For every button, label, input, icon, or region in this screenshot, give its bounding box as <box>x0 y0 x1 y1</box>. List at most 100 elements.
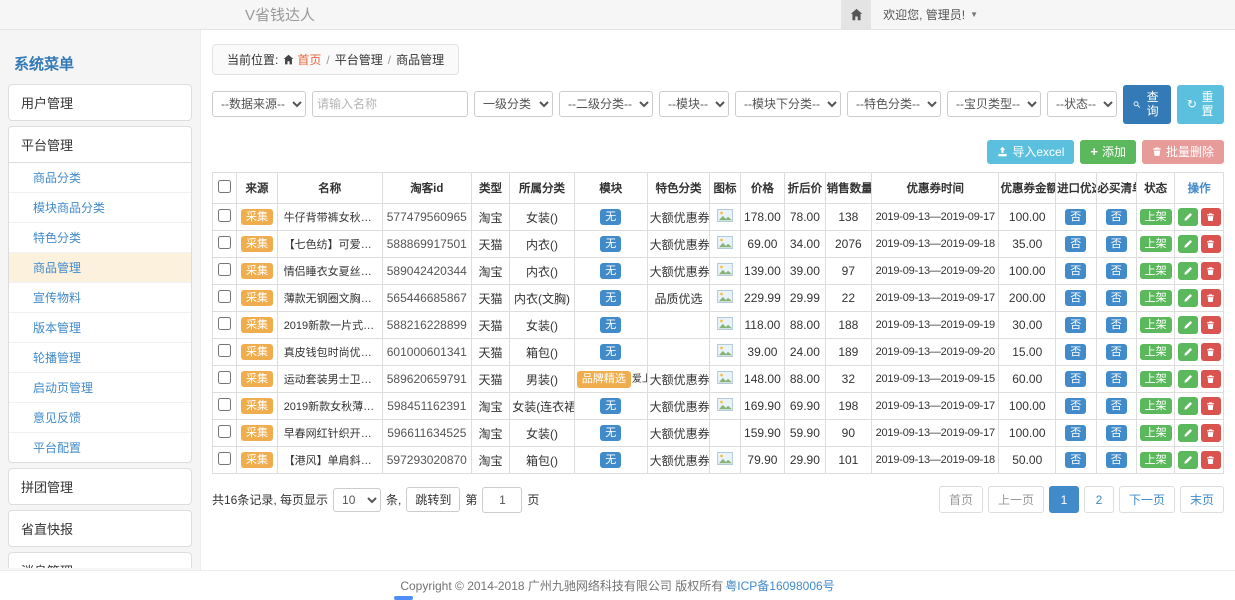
horizontal-scrollbar-thumb[interactable] <box>394 596 413 600</box>
module-sub-category-select[interactable]: --模块下分类-- <box>735 91 841 117</box>
icp-link[interactable]: 粤ICP备16098006号 <box>725 577 834 594</box>
row-checkbox[interactable] <box>218 290 231 303</box>
must-buy-toggle[interactable]: 否 <box>1106 290 1127 307</box>
must-buy-toggle[interactable]: 否 <box>1106 263 1127 280</box>
page-button[interactable]: 下一页 <box>1119 486 1175 513</box>
status-badge[interactable]: 上架 <box>1140 236 1172 253</box>
module-select[interactable]: --模块-- <box>659 91 729 117</box>
must-buy-toggle[interactable]: 否 <box>1106 425 1127 442</box>
search-button[interactable]: 查询 <box>1123 85 1171 124</box>
add-button[interactable]: + 添加 <box>1080 140 1136 164</box>
delete-button[interactable] <box>1201 235 1221 253</box>
delete-button[interactable] <box>1201 316 1221 334</box>
status-badge[interactable]: 上架 <box>1140 425 1172 442</box>
import-select-toggle[interactable]: 否 <box>1065 425 1086 442</box>
page-button[interactable]: 首页 <box>939 486 983 513</box>
name-search-input[interactable] <box>312 91 468 117</box>
user-menu[interactable]: 欢迎您, 管理员! ▼ <box>871 0 990 29</box>
row-checkbox[interactable] <box>218 263 231 276</box>
level1-category-select[interactable]: 一级分类 <box>474 91 553 117</box>
sidebar-item[interactable]: 轮播管理 <box>9 343 191 373</box>
breadcrumb-home-link[interactable]: 首页 <box>283 51 321 68</box>
delete-button[interactable] <box>1201 208 1221 226</box>
sidebar-item[interactable]: 特色分类 <box>9 223 191 253</box>
status-badge[interactable]: 上架 <box>1140 290 1172 307</box>
select-all-checkbox[interactable] <box>218 180 231 193</box>
edit-button[interactable] <box>1178 397 1198 415</box>
page-button[interactable]: 1 <box>1049 486 1079 513</box>
import-excel-button[interactable]: 导入excel <box>987 140 1074 164</box>
row-checkbox[interactable] <box>218 344 231 357</box>
delete-button[interactable] <box>1201 451 1221 469</box>
sidebar-group-heading[interactable]: 用户管理 <box>9 85 191 120</box>
goto-page-input[interactable] <box>482 487 522 513</box>
sidebar-group-heading[interactable]: 平台管理 <box>9 127 191 162</box>
sidebar-group-heading[interactable]: 省直快报 <box>9 511 191 546</box>
import-select-toggle[interactable]: 否 <box>1065 317 1086 334</box>
row-checkbox[interactable] <box>218 452 231 465</box>
import-select-toggle[interactable]: 否 <box>1065 398 1086 415</box>
import-select-toggle[interactable]: 否 <box>1065 452 1086 469</box>
import-select-toggle[interactable]: 否 <box>1065 263 1086 280</box>
status-select[interactable]: --状态-- <box>1047 91 1117 117</box>
status-badge[interactable]: 上架 <box>1140 371 1172 388</box>
edit-button[interactable] <box>1178 316 1198 334</box>
delete-button[interactable] <box>1201 289 1221 307</box>
import-select-toggle[interactable]: 否 <box>1065 290 1086 307</box>
import-select-toggle[interactable]: 否 <box>1065 371 1086 388</box>
level2-category-select[interactable]: --二级分类-- <box>559 91 653 117</box>
row-checkbox[interactable] <box>218 398 231 411</box>
status-badge[interactable]: 上架 <box>1140 398 1172 415</box>
edit-button[interactable] <box>1178 370 1198 388</box>
row-checkbox[interactable] <box>218 209 231 222</box>
status-badge[interactable]: 上架 <box>1140 317 1172 334</box>
must-buy-toggle[interactable]: 否 <box>1106 209 1127 226</box>
sidebar-group-heading[interactable]: 拼团管理 <box>9 469 191 504</box>
edit-button[interactable] <box>1178 451 1198 469</box>
row-checkbox[interactable] <box>218 371 231 384</box>
per-page-select[interactable]: 10 <box>333 488 381 512</box>
feature-category-select[interactable]: --特色分类-- <box>847 91 941 117</box>
page-button[interactable]: 上一页 <box>988 486 1044 513</box>
sidebar-item[interactable]: 启动页管理 <box>9 373 191 403</box>
must-buy-toggle[interactable]: 否 <box>1106 398 1127 415</box>
import-select-toggle[interactable]: 否 <box>1065 236 1086 253</box>
sidebar-item[interactable]: 版本管理 <box>9 313 191 343</box>
row-checkbox[interactable] <box>218 317 231 330</box>
status-badge[interactable]: 上架 <box>1140 209 1172 226</box>
import-select-toggle[interactable]: 否 <box>1065 344 1086 361</box>
must-buy-toggle[interactable]: 否 <box>1106 236 1127 253</box>
edit-button[interactable] <box>1178 262 1198 280</box>
must-buy-toggle[interactable]: 否 <box>1106 344 1127 361</box>
sidebar-item[interactable]: 商品管理 <box>9 253 191 283</box>
edit-button[interactable] <box>1178 424 1198 442</box>
sidebar-group-heading[interactable]: 消息管理 <box>9 553 191 568</box>
data-source-select[interactable]: --数据来源-- <box>212 91 306 117</box>
home-button[interactable] <box>841 0 871 29</box>
row-checkbox[interactable] <box>218 425 231 438</box>
edit-button[interactable] <box>1178 208 1198 226</box>
must-buy-toggle[interactable]: 否 <box>1106 317 1127 334</box>
sidebar-item[interactable]: 模块商品分类 <box>9 193 191 223</box>
status-badge[interactable]: 上架 <box>1140 263 1172 280</box>
row-checkbox[interactable] <box>218 236 231 249</box>
goto-page-button[interactable]: 跳转到 <box>406 487 460 512</box>
status-badge[interactable]: 上架 <box>1140 344 1172 361</box>
edit-button[interactable] <box>1178 235 1198 253</box>
reset-button[interactable]: ↻ 重置 <box>1177 85 1224 124</box>
delete-button[interactable] <box>1201 370 1221 388</box>
delete-button[interactable] <box>1201 424 1221 442</box>
edit-button[interactable] <box>1178 289 1198 307</box>
must-buy-toggle[interactable]: 否 <box>1106 371 1127 388</box>
edit-button[interactable] <box>1178 343 1198 361</box>
delete-button[interactable] <box>1201 343 1221 361</box>
page-button[interactable]: 2 <box>1084 486 1114 513</box>
sidebar-item[interactable]: 商品分类 <box>9 163 191 193</box>
status-badge[interactable]: 上架 <box>1140 452 1172 469</box>
delete-button[interactable] <box>1201 397 1221 415</box>
batch-delete-button[interactable]: 批量删除 <box>1142 140 1224 164</box>
sidebar-item[interactable]: 意见反馈 <box>9 403 191 433</box>
page-button[interactable]: 末页 <box>1180 486 1224 513</box>
delete-button[interactable] <box>1201 262 1221 280</box>
sidebar-item[interactable]: 宣传物料 <box>9 283 191 313</box>
